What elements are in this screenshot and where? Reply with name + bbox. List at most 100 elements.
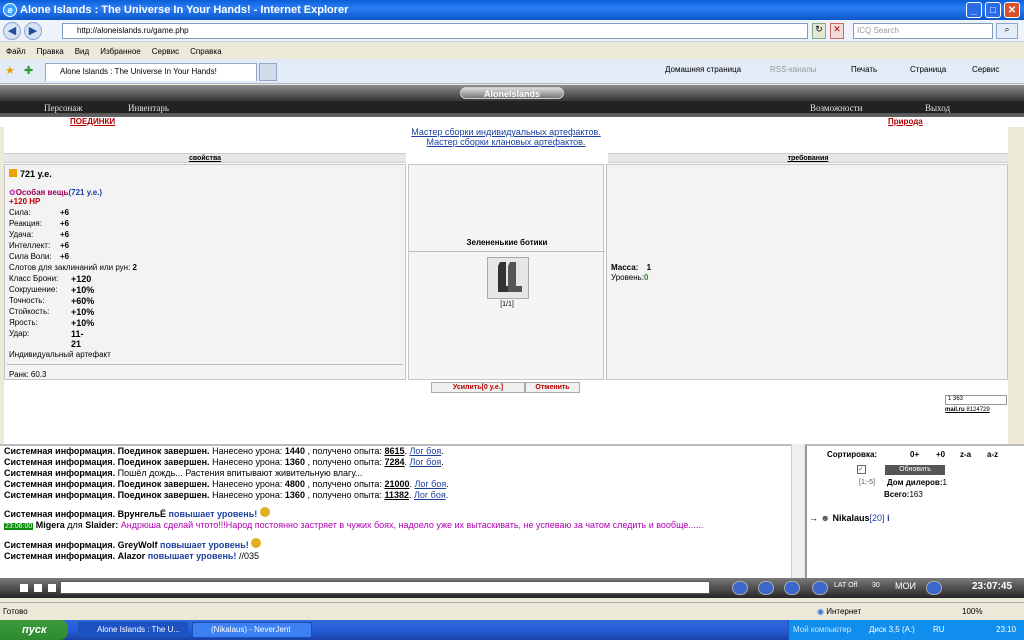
nav-inventory[interactable]: Инвентарь	[128, 103, 169, 113]
chat-speed[interactable]: 30	[872, 582, 880, 589]
menu-favorites[interactable]: Избранное	[100, 47, 141, 56]
minimize-button[interactable]: _	[966, 2, 982, 18]
new-tab-button[interactable]	[259, 63, 277, 81]
battle-log-link[interactable]: Лог боя	[409, 446, 441, 456]
nature-link[interactable]: Природа	[888, 117, 923, 126]
zone-text: ◉ Интернет	[817, 607, 862, 616]
master-individual-link[interactable]: Мастер сборки индивидуальных артефактов.	[411, 127, 600, 137]
player-info-icon[interactable]: i	[887, 513, 890, 523]
toolbar-page[interactable]: Страница	[910, 65, 946, 74]
chat-toggle-3[interactable]	[48, 584, 56, 592]
nav-features[interactable]: Возможности	[810, 103, 862, 113]
counter-link[interactable]: mail.ru 8124729	[945, 407, 990, 413]
back-button[interactable]: ◀	[3, 21, 21, 40]
stat-name: Стойкость:	[9, 307, 50, 316]
player-row[interactable]: → ☻ Nikalaus[20] i	[809, 513, 890, 523]
menu-tools[interactable]: Сервис	[152, 47, 179, 56]
task-neverjent[interactable]: (Nikalaus) - NeverJent	[192, 622, 312, 638]
upgrade-button[interactable]: Усилить[0 у.е.]	[431, 382, 525, 393]
boots-image[interactable]	[487, 257, 529, 299]
toolbar-home[interactable]: Домашняя страница	[665, 65, 741, 74]
chat-scrollbar[interactable]	[791, 444, 803, 578]
clear-icon[interactable]	[812, 581, 828, 595]
message-to[interactable]: Slaider:	[85, 520, 118, 530]
chat-input[interactable]	[60, 581, 710, 594]
battle-log-link[interactable]: Лог боя	[414, 479, 446, 489]
battle-log-link[interactable]: Лог боя	[414, 490, 446, 500]
menu-file[interactable]: Файл	[6, 47, 26, 56]
menu-view[interactable]: Вид	[75, 47, 89, 56]
chat-message: 23:06:00 Migera для Slaider: Андрюша сде…	[4, 520, 704, 530]
sort-asc[interactable]: 0+	[910, 450, 919, 459]
refresh-button[interactable]: Обновить	[885, 465, 945, 475]
stat-value: +6	[60, 208, 70, 217]
stat-value: +6	[60, 219, 70, 228]
battle-log-link[interactable]: Лог боя	[409, 457, 441, 467]
refresh-icon[interactable]: ↻	[812, 23, 826, 39]
filter-checkbox[interactable]: ✓	[857, 465, 866, 474]
start-button[interactable]: пуск	[0, 620, 68, 640]
stat-value: +10%	[71, 307, 95, 317]
menu-help[interactable]: Справка	[190, 47, 221, 56]
stop-icon[interactable]: ✕	[830, 23, 844, 39]
chat-panel: Системная информация. Поединок завершен.…	[0, 444, 803, 578]
stat-name: Интеллект:	[9, 241, 51, 250]
toolbar-tools[interactable]: Сервис	[972, 65, 999, 74]
system-tray: Мой компьютер Диск 3,5 (A:) RU 23:10	[788, 620, 1024, 640]
tab-active[interactable]: Alone Islands : The Universe In Your Han…	[45, 63, 257, 81]
status-bar: Готово ◉ Интернет 100%	[0, 602, 1024, 620]
stat-value: +6	[60, 252, 70, 261]
zoom-level[interactable]: 100%	[962, 607, 982, 616]
nav-exit[interactable]: Выход	[925, 103, 950, 113]
favorites-star-icon[interactable]: ★	[5, 64, 15, 77]
mass-label: Масса:	[611, 263, 639, 272]
forward-button[interactable]: ▶	[24, 21, 42, 40]
slots-row: Слотов для заклинаний или рун: 2	[9, 263, 137, 272]
cancel-button[interactable]: Отменить	[525, 382, 580, 393]
players-panel: Сортировка: 0+ +0 z-a a-z ✓ Обновить [1;…	[805, 444, 1024, 578]
tab-label: Alone Islands : The Universe In Your Han…	[60, 67, 217, 76]
my-messages[interactable]: МОИ	[895, 581, 916, 591]
item-count: [1/1]	[500, 301, 514, 308]
ie-icon: e	[3, 3, 17, 17]
language-indicator[interactable]: RU	[933, 625, 945, 634]
add-favorite-icon[interactable]: ✚	[24, 64, 33, 77]
toolbar-rss[interactable]: RSS-каналы	[770, 65, 817, 74]
url-input[interactable]: http://aloneislands.ru/game.php	[62, 23, 808, 39]
item-type: Индивидуальный артефакт	[9, 350, 111, 359]
lat-toggle[interactable]: LAT Off	[834, 582, 857, 589]
sort-za[interactable]: z-a	[960, 450, 971, 459]
sort-desc[interactable]: +0	[936, 450, 945, 459]
close-button[interactable]: ✕	[1004, 2, 1020, 18]
window-title: Alone Islands : The Universe In Your Han…	[20, 4, 349, 16]
sort-az[interactable]: a-z	[987, 450, 998, 459]
level-label: Уровень:	[611, 273, 645, 282]
stat-value: 11-21	[71, 329, 84, 349]
chat-toggle-2[interactable]	[34, 584, 42, 592]
message-from[interactable]: Migera	[36, 520, 65, 530]
search-icon[interactable]: ⌕	[996, 23, 1018, 39]
stat-value: +60%	[71, 296, 95, 306]
menu-edit[interactable]: Правка	[37, 47, 64, 56]
maximize-button[interactable]: □	[985, 2, 1001, 18]
chat-line: Системная информация. Поединок завершен.…	[4, 479, 449, 489]
stat-name: Ярость:	[9, 318, 38, 327]
smile-icon[interactable]	[758, 581, 774, 595]
search-input[interactable]: ICQ Search	[853, 23, 993, 39]
stat-row: Стойкость: +10%	[9, 307, 94, 317]
chat-toggle-1[interactable]	[20, 584, 28, 592]
game-header: AloneIslands Персонаж Инвентарь Возможно…	[0, 85, 1024, 120]
stat-row: Удар: 11-21	[9, 329, 84, 349]
counter-id: 8124729	[966, 407, 990, 413]
nav-character[interactable]: Персонаж	[44, 103, 83, 113]
help-icon[interactable]	[926, 581, 942, 595]
send-icon[interactable]	[732, 581, 748, 595]
toolbar-print[interactable]: Печать	[851, 65, 877, 74]
duels-link[interactable]: ПОЕДИНКИ	[70, 117, 115, 126]
player-name[interactable]: Nikalaus	[833, 513, 870, 523]
master-clan-link[interactable]: Мастер сборки клановых артефактов.	[427, 137, 586, 147]
refresh-chat-icon[interactable]	[784, 581, 800, 595]
task-ie[interactable]: Alone Islands : The U...	[78, 622, 188, 638]
counter-badge[interactable]: 1 363	[945, 395, 1007, 405]
item-center-panel: Зелененькие ботики [1/1]	[408, 164, 605, 380]
